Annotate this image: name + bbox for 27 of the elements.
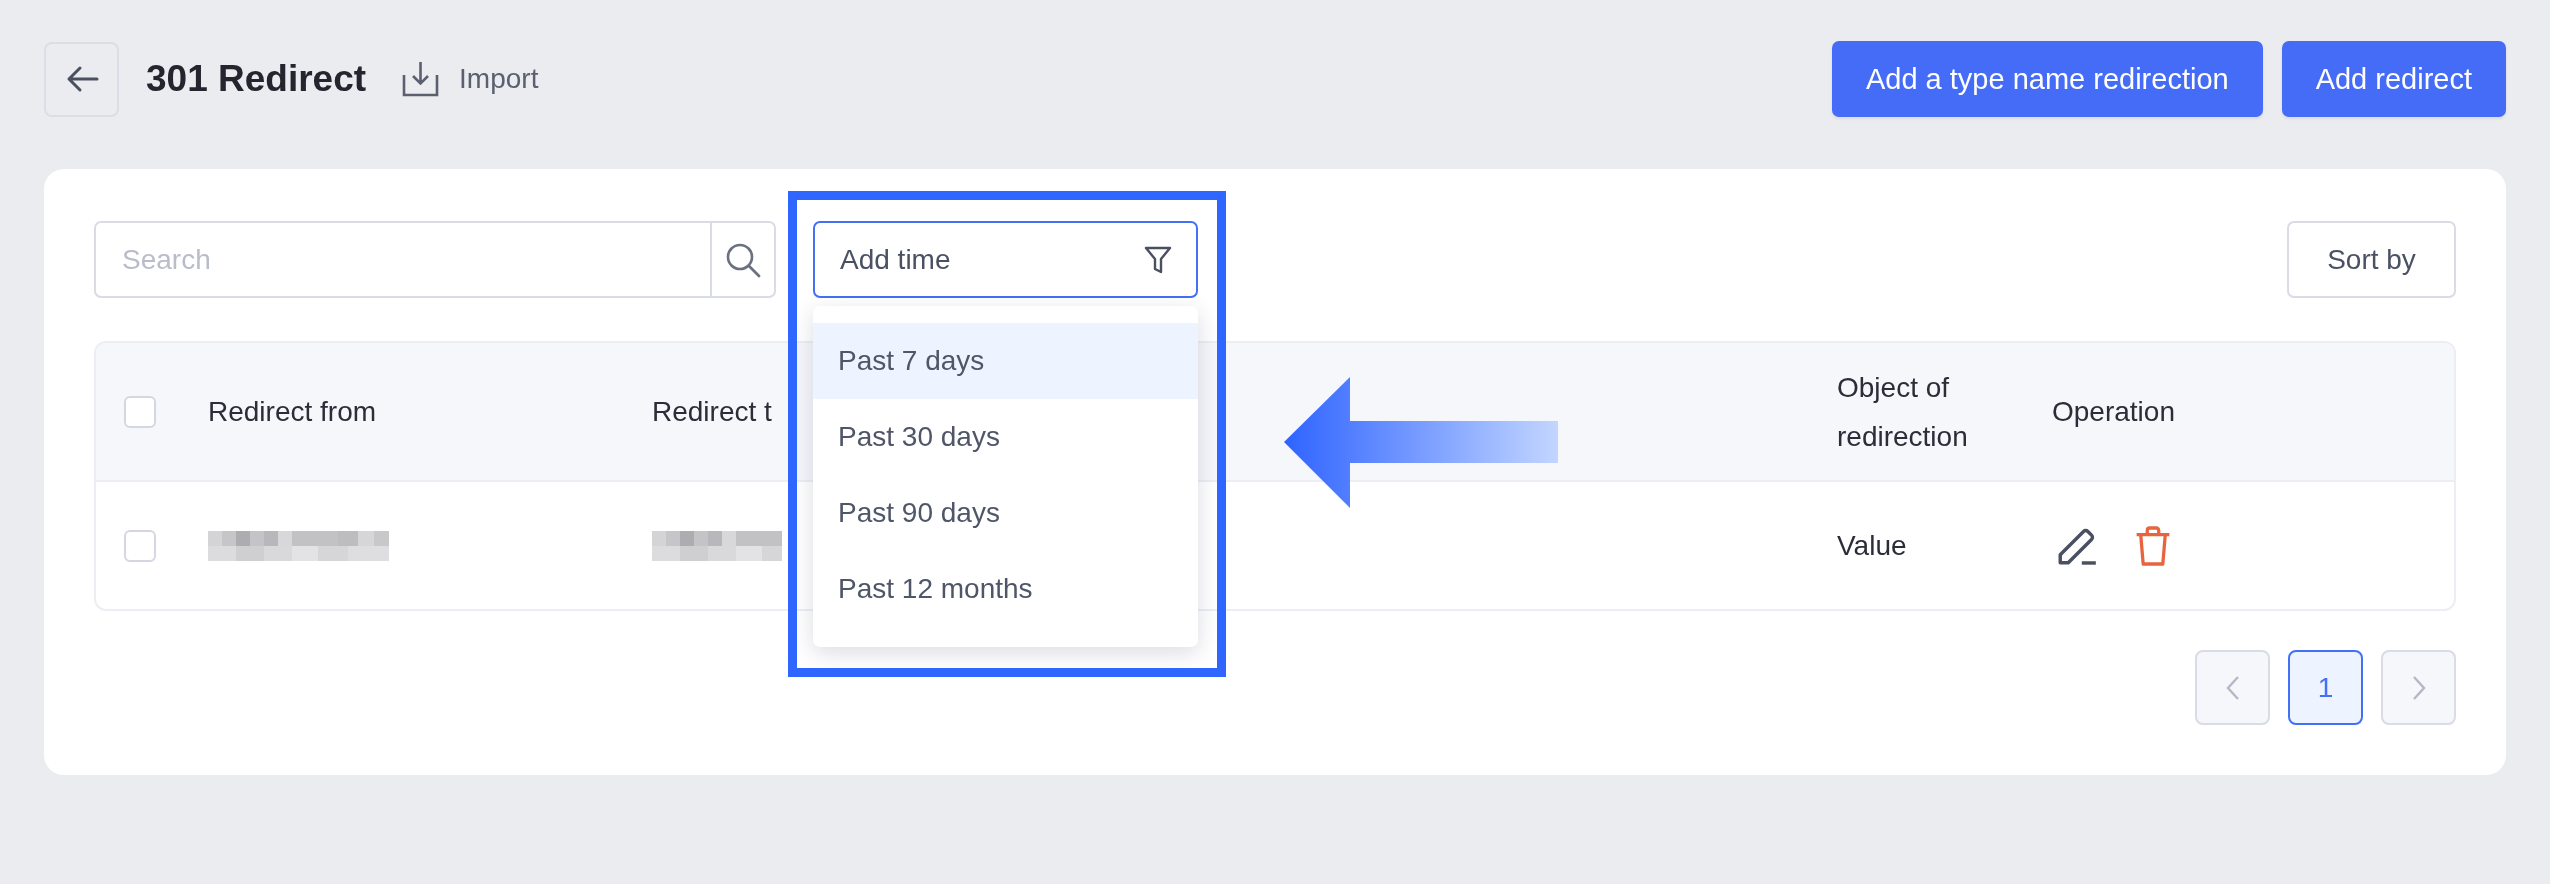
- column-header: Operation: [2052, 395, 2175, 429]
- download-icon: [402, 61, 440, 97]
- dropdown-option[interactable]: Past 12 months: [813, 551, 1198, 627]
- trash-icon[interactable]: [2135, 525, 2171, 566]
- import-button[interactable]: Import: [402, 61, 539, 97]
- sort-button[interactable]: Sort by: [2287, 221, 2456, 298]
- row-checkbox[interactable]: [124, 529, 156, 562]
- search-button[interactable]: [710, 221, 776, 298]
- page-button[interactable]: 1: [2288, 650, 2363, 725]
- chevron-right-icon: [2410, 674, 2427, 701]
- back-button[interactable]: [44, 41, 119, 117]
- column-header: Redirect from: [208, 395, 377, 429]
- page-title: 301 Redirect: [146, 58, 367, 100]
- dropdown-option[interactable]: Past 7 days: [813, 323, 1198, 399]
- select-all-checkbox[interactable]: [124, 395, 156, 428]
- column-header: Object of redirection: [1837, 370, 1969, 454]
- search-field[interactable]: Search: [94, 221, 710, 298]
- column-header: Redirect t: [652, 395, 772, 429]
- search-icon: [725, 241, 761, 278]
- dropdown-option[interactable]: Past 30 days: [813, 399, 1198, 475]
- filter-icon: [1144, 244, 1172, 275]
- chevron-left-icon: [2224, 674, 2241, 701]
- dropdown-option[interactable]: Past 90 days: [813, 475, 1198, 551]
- table-cell: Value: [1837, 529, 1907, 562]
- time-filter-dropdown[interactable]: Add time: [813, 221, 1198, 298]
- add-type-redirect-button[interactable]: Add a type name redirection: [1831, 41, 2263, 117]
- add-redirect-button[interactable]: Add redirect: [2281, 41, 2506, 117]
